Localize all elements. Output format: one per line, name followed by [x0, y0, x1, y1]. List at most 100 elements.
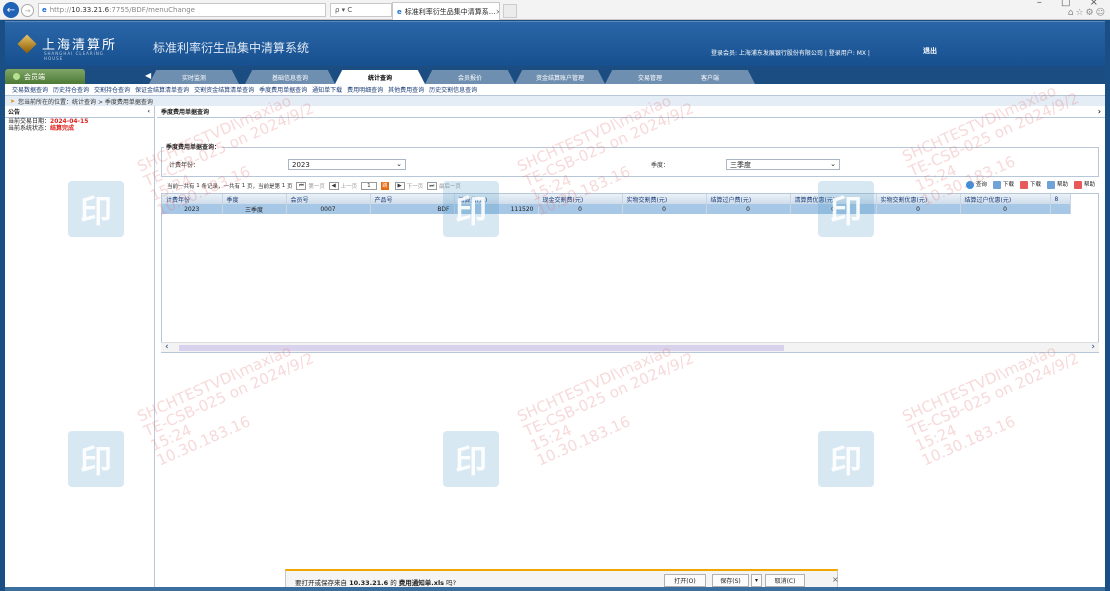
- year-select[interactable]: 2023 ⌄: [288, 159, 406, 170]
- download-filename: 费用通知单.xls: [398, 579, 445, 587]
- trade-date-label: 当前交易日期：: [8, 118, 51, 125]
- submenu-history-position[interactable]: 历史持仓查询: [53, 85, 89, 94]
- submenu-delivery-settlement[interactable]: 交割资金结算清单查询: [194, 85, 254, 94]
- watermark-seal: 印: [68, 181, 124, 237]
- pager-text: 页: [287, 183, 293, 190]
- cell-product-no: BDF: [370, 204, 455, 214]
- save-options-button[interactable]: ▾: [751, 574, 762, 587]
- page-number-input[interactable]: 1: [360, 181, 377, 190]
- cell-more: [1050, 204, 1071, 214]
- collapse-panel-icon[interactable]: ‹: [148, 108, 150, 115]
- window-controls[interactable]: – □ ×: [1037, 0, 1106, 8]
- tab-member-quote[interactable]: 会员报价: [425, 70, 515, 84]
- url-path: :7755/BDF/menuChange: [109, 6, 195, 14]
- url-prefix: http://: [49, 6, 72, 14]
- cell-delivery-discount: 0: [876, 204, 961, 214]
- help-icon: [1046, 180, 1055, 189]
- member-side-tab[interactable]: 会员端: [5, 69, 85, 84]
- col-header-more[interactable]: 8: [1050, 194, 1071, 204]
- quarter-select-value: 三季度: [730, 160, 751, 169]
- prev-page-icon[interactable]: ◀: [328, 181, 339, 190]
- col-header-member-no[interactable]: 会员号: [286, 194, 371, 204]
- ie-icon: e: [42, 6, 47, 14]
- tab-realtime-monitor[interactable]: 实时监测: [149, 70, 239, 84]
- address-bar[interactable]: e http:// 10.33.21.6 :7755/BDF/menuChang…: [38, 3, 326, 17]
- help-label: 帮助: [1083, 182, 1095, 188]
- help-label: 帮助: [1056, 182, 1068, 188]
- download-message: 要打开或保存来自 10.33.21.6 的 费用通知单.xls 吗?: [295, 577, 456, 587]
- col-header-physical-delivery-fee[interactable]: 实物交割费(元): [622, 194, 707, 204]
- scroll-right-icon[interactable]: ›: [1091, 342, 1095, 352]
- submenu-notice-download[interactable]: 通知单下载: [312, 85, 342, 94]
- prev-page-button[interactable]: 上一页: [341, 182, 358, 190]
- sub-menu: 交易数据查询 历史持仓查询 交割持仓查询 保证金结算清单查询 交割资金结算清单查…: [5, 84, 1105, 96]
- cell-transfer-discount: 0: [960, 204, 1051, 214]
- help-button-2[interactable]: 帮助: [1073, 180, 1095, 189]
- breadcrumb: ➤ 您当前所在的位置： 统计查询 > 季度费用单据查询: [5, 96, 1105, 106]
- logo-diamond-icon: [17, 33, 37, 54]
- next-page-icon[interactable]: ▶: [394, 181, 405, 190]
- submenu-history-delivery[interactable]: 历史交割信息查询: [429, 85, 477, 94]
- first-page-button[interactable]: 第一页: [308, 182, 325, 190]
- system-status-value: 结算完成: [50, 125, 75, 132]
- submenu-other-fee[interactable]: 其他费用查询: [388, 85, 424, 94]
- cancel-button[interactable]: 取消(C): [765, 574, 805, 587]
- forward-icon[interactable]: →: [21, 4, 34, 17]
- new-tab-button[interactable]: [503, 4, 517, 18]
- download-icon: [992, 180, 1001, 189]
- url-host: 10.33.21.6: [71, 6, 110, 14]
- tab-client[interactable]: 客户端: [665, 70, 755, 84]
- browser-tab[interactable]: e 标准利率衍生品集中清算系... ×: [392, 2, 500, 20]
- next-page-button[interactable]: 下一页: [407, 182, 424, 190]
- expand-icon[interactable]: ›: [1098, 107, 1101, 116]
- system-status-label: 当前系统状态：: [8, 125, 51, 132]
- col-header-quarter[interactable]: 季度: [222, 194, 287, 204]
- main-menu: 会员端 ◀ 实时监测 基础信息查询 统计查询 会员报价 资金结算账户管理 交易管…: [5, 66, 1105, 84]
- scroll-left-icon[interactable]: ‹: [165, 342, 169, 352]
- tab-fund-account[interactable]: 资金结算账户管理: [515, 70, 605, 84]
- first-page-icon[interactable]: ⏮: [296, 181, 307, 190]
- collapse-icon[interactable]: ◀: [145, 71, 151, 80]
- ie-tab-icon: e: [397, 7, 402, 16]
- system-title: 标准利率衍生品集中清算系统: [153, 41, 310, 55]
- download-button-2[interactable]: 下载: [1019, 180, 1041, 189]
- tab-statistics[interactable]: 统计查询: [335, 70, 425, 84]
- tab-title: 标准利率衍生品集中清算系...: [404, 7, 496, 16]
- search-refresh-controls[interactable]: ρ ▾ C: [330, 3, 392, 17]
- submenu-margin-statement[interactable]: 保证金结算清单查询: [135, 85, 189, 94]
- close-download-bar-icon[interactable]: ×: [832, 575, 839, 584]
- chevron-down-icon: ⌄: [830, 160, 836, 168]
- pdf-download-icon: [1019, 180, 1028, 189]
- logo: 上海清算所 SHANGHAI CLEARING HOUSE: [17, 33, 117, 61]
- submenu-trade-data[interactable]: 交易数据查询: [12, 85, 48, 94]
- close-tab-icon[interactable]: ×: [495, 8, 499, 16]
- go-page-button[interactable]: 跳: [380, 181, 389, 190]
- download-message-text: 的: [388, 579, 399, 587]
- col-header-transfer-fee[interactable]: 结算过户费(元): [706, 194, 791, 204]
- breadcrumb-path[interactable]: 统计查询 > 季度费用单据查询: [72, 97, 153, 106]
- download-button-1[interactable]: 下载: [992, 180, 1014, 189]
- open-button[interactable]: 打开(O): [664, 574, 706, 587]
- save-button[interactable]: 保存(S): [712, 574, 749, 587]
- bottom-bar: [5, 587, 1105, 591]
- back-icon[interactable]: ←: [3, 2, 19, 18]
- query-panel-title: 季度费用单据查询: [161, 109, 210, 116]
- watermark-seal: 印: [443, 181, 499, 237]
- logout-link[interactable]: 退出: [923, 46, 937, 56]
- trade-date-line: 当前交易日期：2024-04-15: [5, 118, 154, 125]
- col-header-product-no[interactable]: 产品号: [370, 194, 455, 204]
- download-message-text: 要打开或保存来自: [295, 579, 350, 587]
- download-label: 下载: [1029, 182, 1041, 188]
- watermark-seal: 印: [68, 431, 124, 487]
- col-header-transfer-discount[interactable]: 结算过户优惠(元): [960, 194, 1051, 204]
- quarter-select[interactable]: 三季度 ⌄: [726, 159, 840, 170]
- tab-basic-info[interactable]: 基础信息查询: [245, 70, 335, 84]
- toolbar-icons[interactable]: ⌂☆⚙☺: [1068, 8, 1107, 18]
- help-button-1[interactable]: 帮助: [1046, 180, 1068, 189]
- download-message-text: 吗?: [444, 579, 457, 587]
- browser-toolbar: ← → e http:// 10.33.21.6 :7755/BDF/menuC…: [0, 0, 1110, 20]
- submenu-delivery-position[interactable]: 交割持仓查询: [94, 85, 130, 94]
- download-label: 下载: [1002, 182, 1014, 188]
- submenu-fee-detail[interactable]: 费用明细查询: [347, 85, 383, 94]
- last-page-icon[interactable]: ⏭: [426, 181, 437, 190]
